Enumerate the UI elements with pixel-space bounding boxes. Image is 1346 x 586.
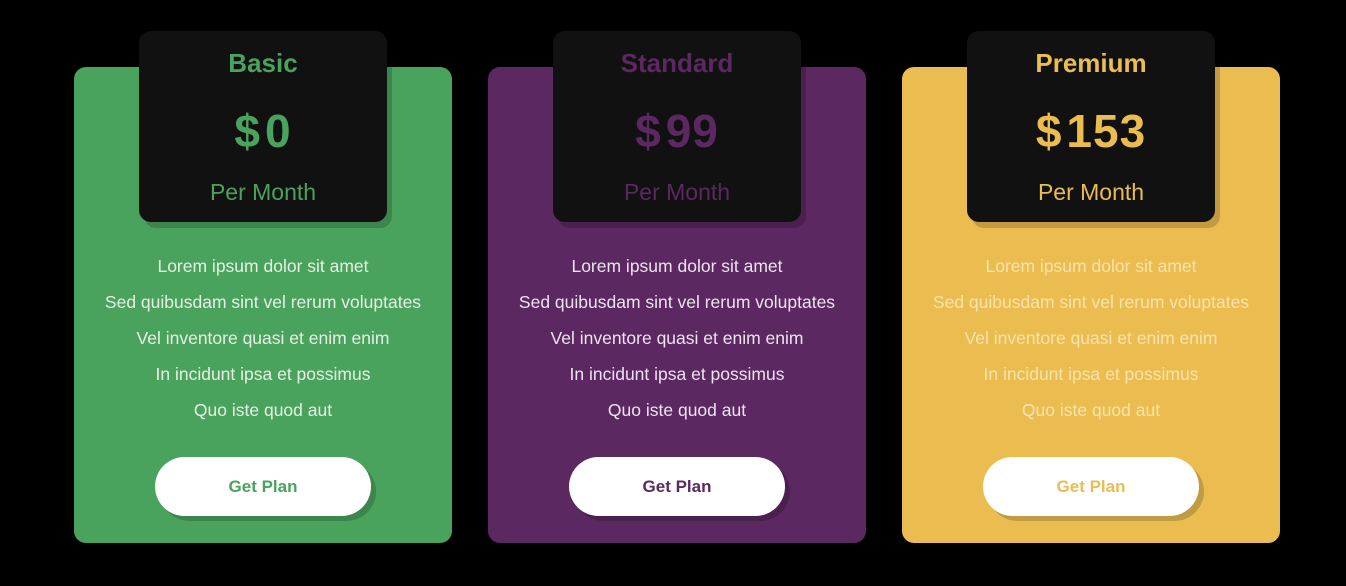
- plan-period: Per Month: [209, 179, 317, 205]
- price-amount: 0: [265, 105, 292, 157]
- feature-item: Lorem ipsum dolor sit amet: [985, 256, 1197, 276]
- get-plan-button-premium[interactable]: Get Plan: [983, 457, 1199, 516]
- plan-period: Per Month: [1037, 179, 1145, 205]
- feature-item: Lorem ipsum dolor sit amet: [571, 256, 783, 276]
- feature-item: Vel inventore quasi et enim enim: [964, 328, 1218, 348]
- plan-name: Premium: [1035, 48, 1147, 78]
- pricing-card-standard: Standard $99 Per Month Lorem ipsum dolor…: [488, 31, 866, 543]
- feature-list: Lorem ipsum dolor sit amet Sed quibusdam…: [488, 248, 866, 428]
- feature-item: In incidunt ipsa et possimus: [569, 364, 785, 384]
- currency-symbol: $: [635, 105, 662, 157]
- plan-name: Standard: [620, 48, 734, 78]
- plan-header: Premium $153 Per Month: [967, 31, 1215, 222]
- feature-item: Sed quibusdam sint vel rerum voluptates: [104, 292, 422, 312]
- feature-item: Vel inventore quasi et enim enim: [136, 328, 390, 348]
- pricing-card-premium: Premium $153 Per Month Lorem ipsum dolor…: [902, 31, 1280, 543]
- currency-symbol: $: [234, 105, 261, 157]
- plan-price: $0: [139, 103, 387, 159]
- plan-header: Standard $99 Per Month: [553, 31, 801, 222]
- price-amount: 99: [665, 105, 719, 157]
- feature-list: Lorem ipsum dolor sit amet Sed quibusdam…: [74, 248, 452, 428]
- feature-item: Quo iste quod aut: [1021, 400, 1161, 420]
- plan-price: $99: [553, 103, 801, 159]
- feature-item: Quo iste quod aut: [193, 400, 333, 420]
- feature-item: Lorem ipsum dolor sit amet: [157, 256, 369, 276]
- get-plan-button-standard[interactable]: Get Plan: [569, 457, 785, 516]
- feature-list: Lorem ipsum dolor sit amet Sed quibusdam…: [902, 248, 1280, 428]
- get-plan-button-basic[interactable]: Get Plan: [155, 457, 371, 516]
- plan-period: Per Month: [623, 179, 731, 205]
- plan-price: $153: [967, 103, 1215, 159]
- plan-name: Basic: [228, 48, 298, 78]
- pricing-card-basic: Basic $0 Per Month Lorem ipsum dolor sit…: [74, 31, 452, 543]
- plan-header: Basic $0 Per Month: [139, 31, 387, 222]
- pricing-section: Basic $0 Per Month Lorem ipsum dolor sit…: [0, 0, 1346, 586]
- feature-item: Sed quibusdam sint vel rerum voluptates: [518, 292, 836, 312]
- currency-symbol: $: [1035, 105, 1063, 157]
- feature-item: Vel inventore quasi et enim enim: [550, 328, 804, 348]
- price-amount: 153: [1066, 105, 1147, 157]
- feature-item: In incidunt ipsa et possimus: [155, 364, 371, 384]
- feature-item: In incidunt ipsa et possimus: [983, 364, 1199, 384]
- feature-item: Sed quibusdam sint vel rerum voluptates: [932, 292, 1250, 312]
- feature-item: Quo iste quod aut: [607, 400, 747, 420]
